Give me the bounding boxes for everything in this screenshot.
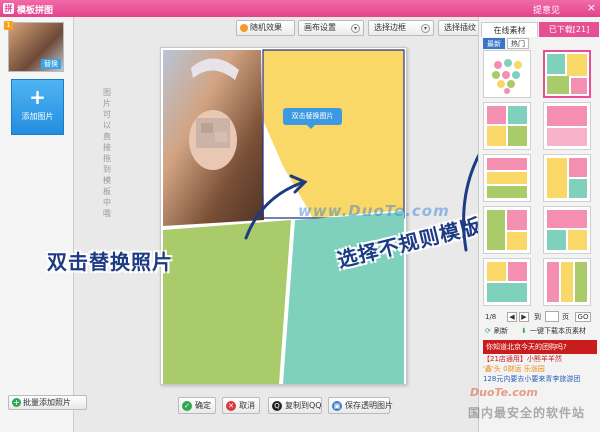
dice-icon bbox=[240, 24, 248, 32]
replace-photo-button[interactable]: 替换 bbox=[41, 59, 61, 69]
chevron-down-icon: ▾ bbox=[351, 24, 360, 33]
tab-downloaded[interactable]: 已下载[21] bbox=[539, 22, 599, 37]
page-unit-label: 页 bbox=[562, 313, 569, 321]
hint-double-click: 双击替换照片 bbox=[47, 250, 173, 274]
template-preview bbox=[492, 59, 522, 94]
download-icon[interactable]: ⬇ bbox=[521, 326, 527, 337]
green-cell[interactable] bbox=[163, 220, 291, 384]
template-thumbnail[interactable] bbox=[483, 154, 531, 202]
template-preview bbox=[547, 262, 587, 302]
photo-thumbnail[interactable]: 1 替换 bbox=[4, 21, 64, 72]
template-preview bbox=[487, 106, 527, 146]
confirm-label: 确定 bbox=[195, 401, 211, 410]
template-thumbnail-selected[interactable] bbox=[543, 50, 591, 98]
template-thumbnail[interactable] bbox=[483, 50, 531, 98]
select-pattern-label: 选择插纹 bbox=[444, 23, 476, 32]
title-bar: 拼 模板拼图 提意见 × bbox=[0, 0, 600, 17]
canvas-settings-label: 画布设置 bbox=[304, 23, 336, 32]
add-circle-icon: + bbox=[12, 398, 21, 407]
template-thumbnail[interactable] bbox=[543, 102, 591, 150]
close-icon[interactable]: × bbox=[587, 2, 596, 14]
template-preview bbox=[547, 54, 587, 94]
template-thumbnail[interactable] bbox=[483, 258, 531, 306]
promo-line[interactable]: 128元内要去小要来青李旅游团 bbox=[483, 374, 597, 384]
plus-icon: + bbox=[29, 85, 46, 109]
select-border-button[interactable]: 选择边框 ▾ bbox=[368, 20, 434, 36]
cancel-button[interactable]: ✕ 取消 bbox=[222, 397, 260, 414]
goto-label: 到 bbox=[534, 313, 541, 321]
app-logo-icon: 拼 bbox=[3, 3, 14, 14]
feedback-link[interactable]: 提意见 bbox=[533, 3, 560, 16]
canvas-settings-button[interactable]: 画布设置 ▾ bbox=[298, 20, 364, 36]
page-input[interactable] bbox=[545, 311, 559, 322]
mosaic-block bbox=[201, 123, 213, 133]
photo-index-badge: 1 bbox=[4, 21, 13, 30]
random-effect-label: 随机效果 bbox=[250, 23, 282, 32]
photo-list-panel: 1 替换 + 添加图片 + 批量添加照片 bbox=[0, 17, 87, 432]
duote-watermark: DuoTe.com bbox=[470, 386, 538, 399]
site-watermark: 国内最安全的软件站 bbox=[468, 406, 586, 420]
cancel-label: 取消 bbox=[239, 401, 255, 410]
template-preview bbox=[547, 158, 587, 198]
drag-hint-text: 图片可以直接拖到模板中哦 bbox=[103, 88, 111, 218]
save-icon: ▣ bbox=[332, 401, 342, 411]
tab-online-materials[interactable]: 在线素材 bbox=[481, 22, 538, 37]
add-photo-label: 添加图片 bbox=[21, 112, 54, 121]
promo-line[interactable]: 【21店通用】小熊羊羊然 bbox=[483, 354, 597, 364]
chevron-down-icon: ▾ bbox=[421, 24, 430, 33]
download-page-link[interactable]: 一键下载本页素材 bbox=[530, 326, 586, 337]
page-indicator: 1/8 bbox=[485, 313, 497, 321]
template-thumbnail[interactable] bbox=[543, 258, 591, 306]
template-thumbnail[interactable] bbox=[483, 206, 531, 254]
mosaic-block bbox=[215, 132, 227, 142]
batch-add-button[interactable]: + 批量添加照片 bbox=[8, 395, 87, 410]
refresh-icon[interactable]: ⟳ bbox=[485, 326, 491, 337]
template-thumbnail[interactable] bbox=[543, 206, 591, 254]
template-preview bbox=[487, 158, 527, 198]
add-photo-button[interactable]: + 添加图片 bbox=[11, 79, 64, 135]
template-tabs: 在线素材 已下载[21] bbox=[481, 22, 599, 37]
replace-photo-tooltip: 双击替换图片 bbox=[283, 108, 342, 129]
copy-to-qq-label: 复制到QQ bbox=[285, 401, 322, 410]
refresh-link[interactable]: 刷新 bbox=[494, 326, 508, 337]
promo-list: 【21店通用】小熊羊羊然 '鑫'头 0财运 乐涨园 128元内要去小要来青李旅游… bbox=[483, 354, 597, 384]
template-preview bbox=[487, 262, 527, 302]
prev-page-button[interactable]: ◀ bbox=[507, 312, 517, 322]
random-effect-button[interactable]: 随机效果 bbox=[236, 20, 295, 36]
check-icon: ✓ bbox=[182, 401, 192, 411]
copy-to-qq-button[interactable]: Q 复制到QQ bbox=[268, 397, 322, 414]
template-pager: 1/8 ◀ ▶ 到 页 GO bbox=[483, 311, 599, 323]
batch-add-label: 批量添加照片 bbox=[23, 398, 71, 407]
template-grid bbox=[483, 50, 599, 310]
template-tools: ⟳ 刷新 ⬇ 一键下载本页素材 bbox=[483, 326, 599, 337]
promo-line[interactable]: '鑫'头 0财运 乐涨园 bbox=[483, 364, 597, 374]
template-preview bbox=[487, 210, 527, 250]
cancel-icon: ✕ bbox=[226, 401, 236, 411]
template-preview bbox=[547, 210, 587, 250]
sort-hot[interactable]: 热门 bbox=[507, 38, 529, 49]
watermark-text: www.DuoTe.com bbox=[298, 202, 450, 220]
go-button[interactable]: GO bbox=[575, 312, 591, 322]
sort-newest[interactable]: 最新 bbox=[483, 38, 505, 49]
confirm-button[interactable]: ✓ 确定 bbox=[178, 397, 216, 414]
next-page-button[interactable]: ▶ bbox=[519, 312, 529, 322]
save-transparent-label: 保存透明图片 bbox=[345, 401, 393, 410]
select-border-label: 选择边框 bbox=[374, 23, 406, 32]
template-preview bbox=[547, 106, 587, 146]
template-thumbnail[interactable] bbox=[543, 154, 591, 202]
template-thumbnail[interactable] bbox=[483, 102, 531, 150]
promo-banner[interactable]: 你知道北京今天的团购吗? bbox=[483, 340, 597, 354]
save-transparent-button[interactable]: ▣ 保存透明图片 bbox=[328, 397, 393, 414]
template-panel: 在线素材 已下载[21] 最新 热门 1/8 ◀ ▶ 到 页 GO ⟳ 刷新 ⬇… bbox=[478, 17, 600, 432]
window-title: 模板拼图 bbox=[17, 6, 54, 16]
qq-penguin-icon: Q bbox=[272, 401, 282, 411]
